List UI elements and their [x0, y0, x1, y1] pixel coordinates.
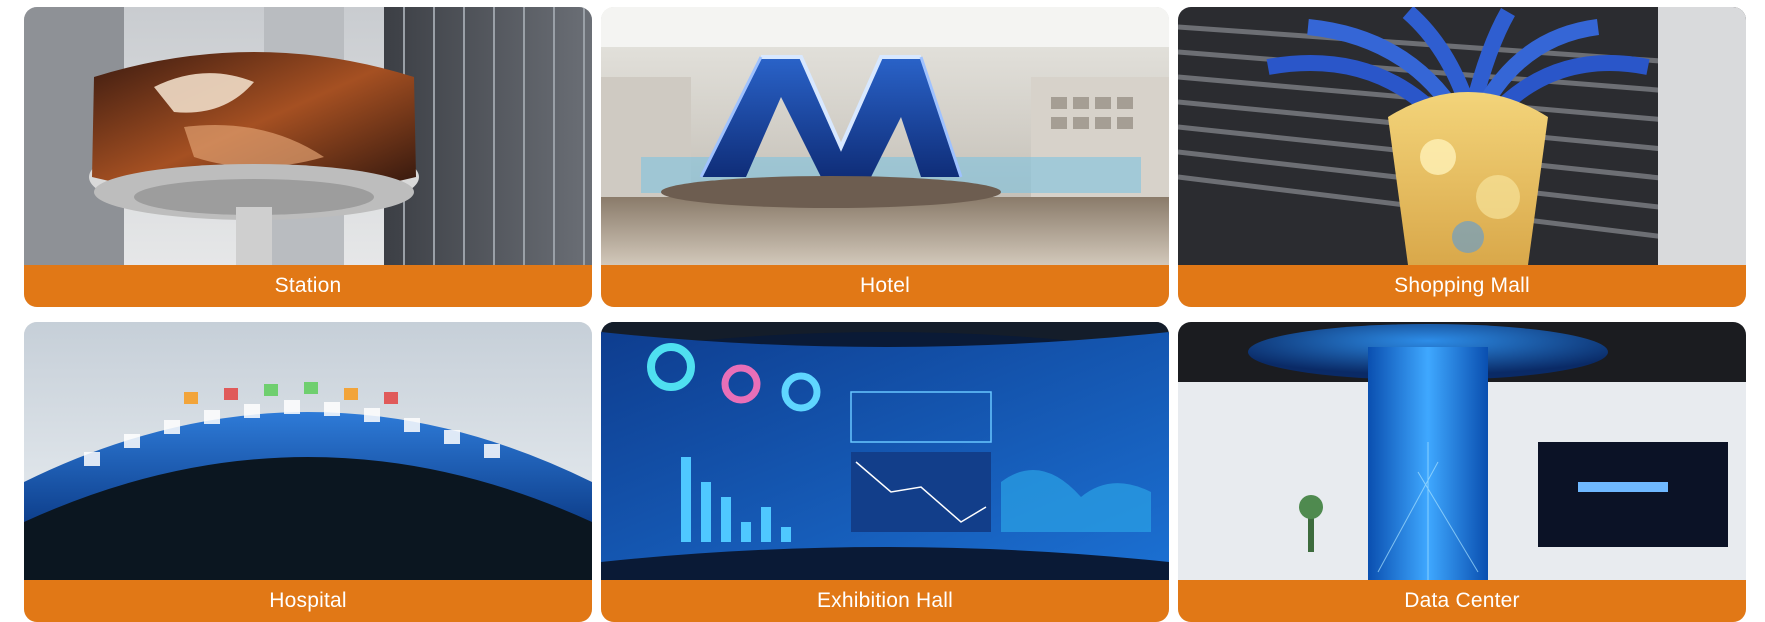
- exhibition-hall-photo: [601, 322, 1169, 580]
- application-gallery: Station Hotel Shopping Mall Hospital Exh…: [24, 7, 1746, 622]
- caption-shopping-mall: Shopping Mall: [1178, 265, 1746, 307]
- hotel-photo: [601, 7, 1169, 265]
- caption-exhibition-hall: Exhibition Hall: [601, 580, 1169, 622]
- caption-station: Station: [24, 265, 592, 307]
- card-hospital[interactable]: Hospital: [24, 322, 592, 622]
- caption-hospital: Hospital: [24, 580, 592, 622]
- card-data-center[interactable]: Data Center: [1178, 322, 1746, 622]
- card-station[interactable]: Station: [24, 7, 592, 307]
- data-center-photo: [1178, 322, 1746, 580]
- caption-data-center: Data Center: [1178, 580, 1746, 622]
- card-exhibition-hall[interactable]: Exhibition Hall: [601, 322, 1169, 622]
- shopping-mall-photo: [1178, 7, 1746, 265]
- hospital-photo: [24, 322, 592, 580]
- station-photo: [24, 7, 592, 265]
- caption-hotel: Hotel: [601, 265, 1169, 307]
- card-shopping-mall[interactable]: Shopping Mall: [1178, 7, 1746, 307]
- card-hotel[interactable]: Hotel: [601, 7, 1169, 307]
